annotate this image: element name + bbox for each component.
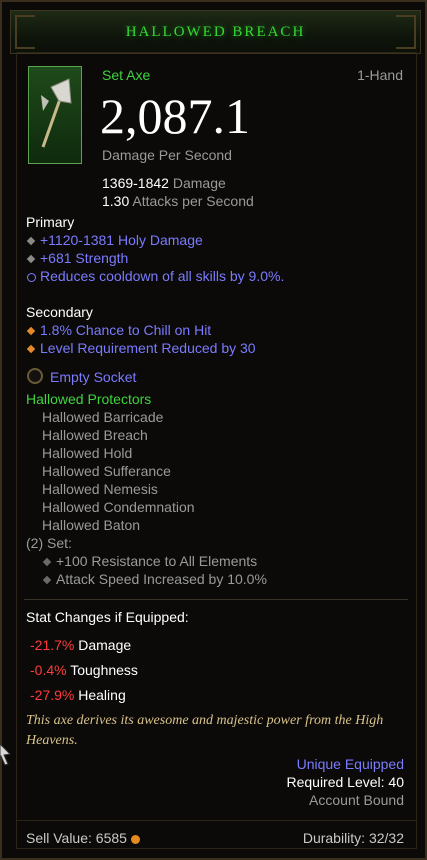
diamond-bullet-icon bbox=[42, 557, 52, 567]
primary-heading: Primary bbox=[26, 214, 75, 230]
item-name: HALLOWED BREACH bbox=[125, 23, 306, 40]
item-type: Set Axe bbox=[102, 67, 151, 83]
diamond-bullet-icon bbox=[26, 344, 36, 354]
aps-label: Attacks per Second bbox=[132, 193, 254, 209]
dps-label: Damage Per Second bbox=[102, 147, 232, 163]
account-bound: Account Bound bbox=[309, 792, 404, 808]
item-hand: 1-Hand bbox=[357, 67, 403, 83]
diamond-bullet-icon bbox=[26, 236, 36, 246]
item-tooltip: HALLOWED BREACH Set Axe 1-Hand 2,087.1 D… bbox=[0, 0, 427, 860]
stat-change-row: -27.9% Healing bbox=[30, 687, 126, 703]
stat-changes-heading: Stat Changes if Equipped: bbox=[26, 609, 189, 625]
gold-coin-icon bbox=[130, 834, 140, 844]
secondary-stat: 1.8% Chance to Chill on Hit bbox=[24, 322, 211, 338]
set-piece: Hallowed Hold bbox=[42, 445, 133, 461]
aps-line: 1.30 Attacks per Second bbox=[102, 193, 254, 209]
required-level: Required Level: 40 bbox=[286, 774, 404, 790]
set-bonus: Attack Speed Increased by 10.0% bbox=[40, 571, 267, 587]
secondary-stat: Level Requirement Reduced by 30 bbox=[24, 340, 256, 356]
diamond-bullet-icon bbox=[26, 254, 36, 264]
diamond-bullet-icon bbox=[26, 326, 36, 336]
divider bbox=[24, 599, 408, 600]
set-piece: Hallowed Sufferance bbox=[42, 463, 171, 479]
dps-value: 2,087.1 bbox=[100, 88, 250, 144]
empty-socket: Empty Socket bbox=[50, 369, 137, 385]
stat-change-row: -0.4% Toughness bbox=[30, 662, 138, 678]
set-piece: Hallowed Baton bbox=[42, 517, 141, 533]
damage-label: Damage bbox=[172, 175, 226, 191]
unique-equipped: Unique Equipped bbox=[296, 756, 404, 772]
header-ornament-left bbox=[15, 15, 35, 49]
secondary-heading: Secondary bbox=[26, 304, 93, 320]
set-piece: Hallowed Breach bbox=[42, 427, 148, 443]
primary-stat: Reduces cooldown of all skills by 9.0%. bbox=[24, 268, 284, 284]
primary-stat: +1120-1381 Holy Damage bbox=[24, 232, 203, 248]
durability: Durability: 32/32 bbox=[302, 830, 404, 846]
socket-icon bbox=[27, 368, 43, 384]
footer-divider bbox=[16, 820, 417, 821]
damage-line: 1369-1842 Damage bbox=[102, 175, 226, 191]
tooltip-header: HALLOWED BREACH bbox=[10, 10, 421, 54]
set-piece: Hallowed Nemesis bbox=[42, 481, 158, 497]
primary-stat: +681 Strength bbox=[24, 250, 128, 266]
set-bonus-heading: (2) Set: bbox=[26, 535, 72, 551]
diamond-bullet-icon bbox=[42, 575, 52, 585]
axe-icon bbox=[28, 66, 82, 164]
cursor-icon bbox=[0, 742, 12, 771]
aps-value: 1.30 bbox=[102, 193, 130, 209]
set-piece: Hallowed Barricade bbox=[42, 409, 164, 425]
set-name: Hallowed Protectors bbox=[26, 391, 152, 407]
sell-value: Sell Value: 6585 bbox=[26, 830, 140, 846]
flavor-text: This axe derives its awesome and majesti… bbox=[26, 713, 384, 748]
set-piece: Hallowed Condemnation bbox=[42, 499, 195, 515]
stat-change-row: -21.7% Damage bbox=[30, 637, 132, 653]
header-ornament-right bbox=[396, 15, 416, 49]
set-bonus: +100 Resistance to All Elements bbox=[40, 553, 257, 569]
damage-range: 1369-1842 bbox=[102, 175, 169, 191]
cooldown-icon bbox=[27, 272, 36, 282]
